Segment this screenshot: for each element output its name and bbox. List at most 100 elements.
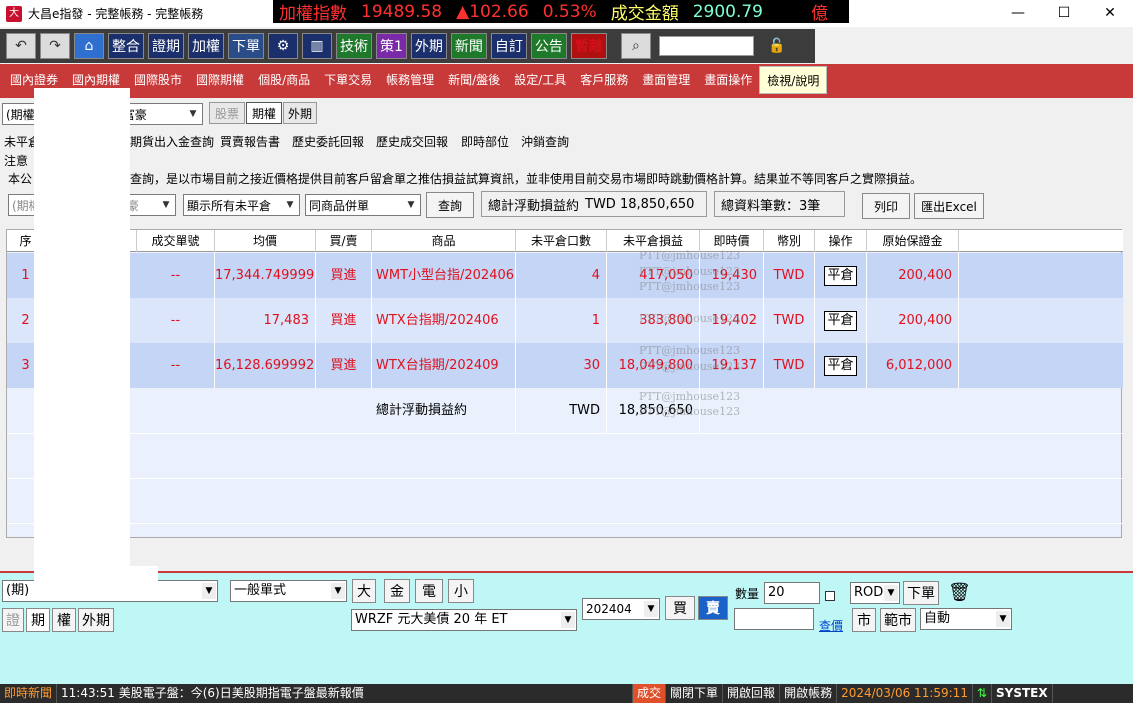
forward-icon[interactable]: ↷ <box>40 33 70 59</box>
auto-select[interactable]: 自動 ▼ <box>920 608 1012 630</box>
filter-position-select[interactable]: 顯示所有未平倉 ▼ <box>183 194 300 216</box>
sell-button[interactable]: 賣 <box>698 596 728 620</box>
toolbar-btn-9[interactable]: 公告 <box>530 33 567 59</box>
subtab-realtime-position[interactable]: 即時部位 <box>461 133 509 150</box>
month-select[interactable]: 202404 ▼ <box>582 598 660 620</box>
gear-icon[interactable]: ⚙ <box>268 33 298 59</box>
market-button[interactable]: 市 <box>852 608 876 632</box>
menu-item-9[interactable]: 客戶服務 <box>573 66 635 94</box>
buy-button[interactable]: 買 <box>665 596 695 620</box>
row-avg-price: 17,344.749999 <box>215 253 316 298</box>
toolbar-btn-1[interactable]: 證期 <box>148 33 184 59</box>
toolbar-btn-4[interactable]: 技術 <box>336 33 372 59</box>
minimize-button[interactable]: — <box>995 0 1041 27</box>
size-gold-button[interactable]: 金 <box>384 579 410 603</box>
order-tab-options[interactable]: 權 <box>52 608 76 632</box>
menu-item-2[interactable]: 國際股市 <box>127 66 189 94</box>
open-account-button[interactable]: 開啟帳務 <box>780 684 838 703</box>
menu-item-12[interactable]: 檢視/說明 <box>759 66 828 94</box>
close-button[interactable]: ✕ <box>1087 0 1133 27</box>
export-excel-button[interactable]: 匯出Excel <box>914 193 984 219</box>
row-product: WMT小型台指/202406 <box>372 253 516 298</box>
subtab-order-history[interactable]: 歷史委託回報 <box>292 133 364 150</box>
col-product[interactable]: 商品 <box>372 230 516 252</box>
toolbar-btn-5[interactable]: 策1 <box>376 33 407 59</box>
toolbar-btn-2[interactable]: 加權 <box>188 33 224 59</box>
close-position-button[interactable]: 平倉 <box>824 310 857 331</box>
menu-item-11[interactable]: 畫面操作 <box>697 66 759 94</box>
toolbar-btn-7[interactable]: 新聞 <box>450 33 487 59</box>
toolbar-btn-10[interactable]: 暫離 <box>570 33 607 59</box>
filter-merge-select[interactable]: 同商品併單 ▼ <box>305 194 421 216</box>
col-side[interactable]: 買/賣 <box>316 230 372 252</box>
toolbar-btn-6[interactable]: 外期 <box>410 33 447 59</box>
print-button[interactable]: 列印 <box>862 193 910 219</box>
total-pl-label: 總計浮動損益約 <box>488 198 580 214</box>
col-action[interactable]: 操作 <box>815 230 867 252</box>
table-row[interactable]: 3 -- 16,128.699992 買進 WTX台指期/202409 30 1… <box>7 343 1123 388</box>
size-electronic-button[interactable]: 電 <box>415 579 443 603</box>
col-margin[interactable]: 原始保證金 <box>867 230 959 252</box>
toolbar-btn-3[interactable]: 下單 <box>228 33 264 59</box>
window-title: 大昌e指發 - 完整帳務 - 完整帳務 <box>28 7 204 21</box>
menu-item-3[interactable]: 國際期權 <box>189 66 251 94</box>
search-icon[interactable]: ⌕ <box>620 33 651 59</box>
row-avg-price: 16,128.699992 <box>215 343 316 388</box>
subtab-fill-history[interactable]: 歷史成交回報 <box>376 133 448 150</box>
deal-indicator[interactable]: 成交 <box>633 684 667 703</box>
order-type-select[interactable]: 一般單式 ▼ <box>230 580 347 602</box>
maximize-button[interactable]: ☐ <box>1041 0 1087 27</box>
news-label[interactable]: 即時新聞 <box>0 684 58 703</box>
total-row: 總計浮動損益約 TWD 18,850,650 <box>7 388 1123 433</box>
price-query-link[interactable]: 查價 <box>819 617 843 634</box>
symbol-search-input[interactable] <box>658 36 754 56</box>
table-row[interactable]: 2 -- 17,483 買進 WTX台指期/202406 1 383,800 1… <box>7 298 1123 343</box>
back-icon[interactable]: ↶ <box>6 33 36 59</box>
rod-select[interactable]: ROD ▼ <box>850 582 900 604</box>
order-tab-futures[interactable]: 期 <box>26 608 50 632</box>
subtab-offset-query[interactable]: 沖銷查詢 <box>521 133 569 150</box>
size-big-button[interactable]: 大 <box>352 579 376 603</box>
subtab-deposit[interactable]: 期貨出入金查詢 <box>130 133 214 150</box>
close-position-button[interactable]: 平倉 <box>824 265 857 286</box>
open-report-button[interactable]: 開啟回報 <box>723 684 781 703</box>
home-icon[interactable]: ⌂ <box>74 33 104 59</box>
submit-order-button[interactable]: 下單 <box>903 581 939 605</box>
toolbar-btn-0[interactable]: 整合 <box>108 33 144 59</box>
close-position-button[interactable]: 平倉 <box>824 355 857 376</box>
app-logo-icon: 大 <box>6 5 22 22</box>
menu-item-7[interactable]: 新聞/盤後 <box>441 66 507 94</box>
menu-item-5[interactable]: 下單交易 <box>317 66 379 94</box>
chart-icon[interactable]: ▥ <box>302 33 332 59</box>
ticker-unit: 億 <box>811 4 829 24</box>
lock-icon[interactable]: 🔓 <box>762 33 792 59</box>
size-small-button[interactable]: 小 <box>448 579 474 603</box>
tab-futures-options[interactable]: 期權 <box>246 102 282 124</box>
menu-item-10[interactable]: 畫面管理 <box>635 66 697 94</box>
watermark: PTT@jmhouse123 <box>639 405 741 418</box>
close-order-button[interactable]: 關閉下單 <box>666 684 724 703</box>
price-input[interactable] <box>734 608 814 630</box>
col-order-no[interactable]: 成交單號 <box>137 230 215 252</box>
subtab-trade-report[interactable]: 買賣報告書 <box>220 133 280 150</box>
product-value: WRZF 元大美債 20 年 ET <box>355 612 508 627</box>
col-currency[interactable]: 幣別 <box>764 230 815 252</box>
menu-item-6[interactable]: 帳務管理 <box>379 66 441 94</box>
menu-item-8[interactable]: 設定/工具 <box>507 66 573 94</box>
product-select[interactable]: WRZF 元大美債 20 年 ET ▼ <box>351 609 577 631</box>
col-open-qty[interactable]: 未平倉口數 <box>516 230 607 252</box>
query-button[interactable]: 查詢 <box>426 192 474 218</box>
tab-stock[interactable]: 股票 <box>209 102 245 124</box>
toolbar-btn-8[interactable]: 自訂 <box>490 33 527 59</box>
order-tab-foreign[interactable]: 外期 <box>78 608 114 632</box>
trash-icon[interactable]: 🗑 <box>948 582 971 603</box>
chevron-down-icon: ▼ <box>331 583 345 599</box>
range-market-button[interactable]: 範市 <box>880 608 916 632</box>
qty-stepper[interactable]: 20 <box>764 582 820 604</box>
menu-item-4[interactable]: 個股/商品 <box>251 66 317 94</box>
order-tab-stock[interactable]: 證 <box>2 608 24 632</box>
checkbox[interactable] <box>825 591 835 601</box>
table-row[interactable]: 1 -- 17,344.749999 買進 WMT小型台指/202406 4 4… <box>7 253 1123 298</box>
tab-foreign-futures[interactable]: 外期 <box>283 102 317 124</box>
col-avg-price[interactable]: 均價 <box>215 230 316 252</box>
